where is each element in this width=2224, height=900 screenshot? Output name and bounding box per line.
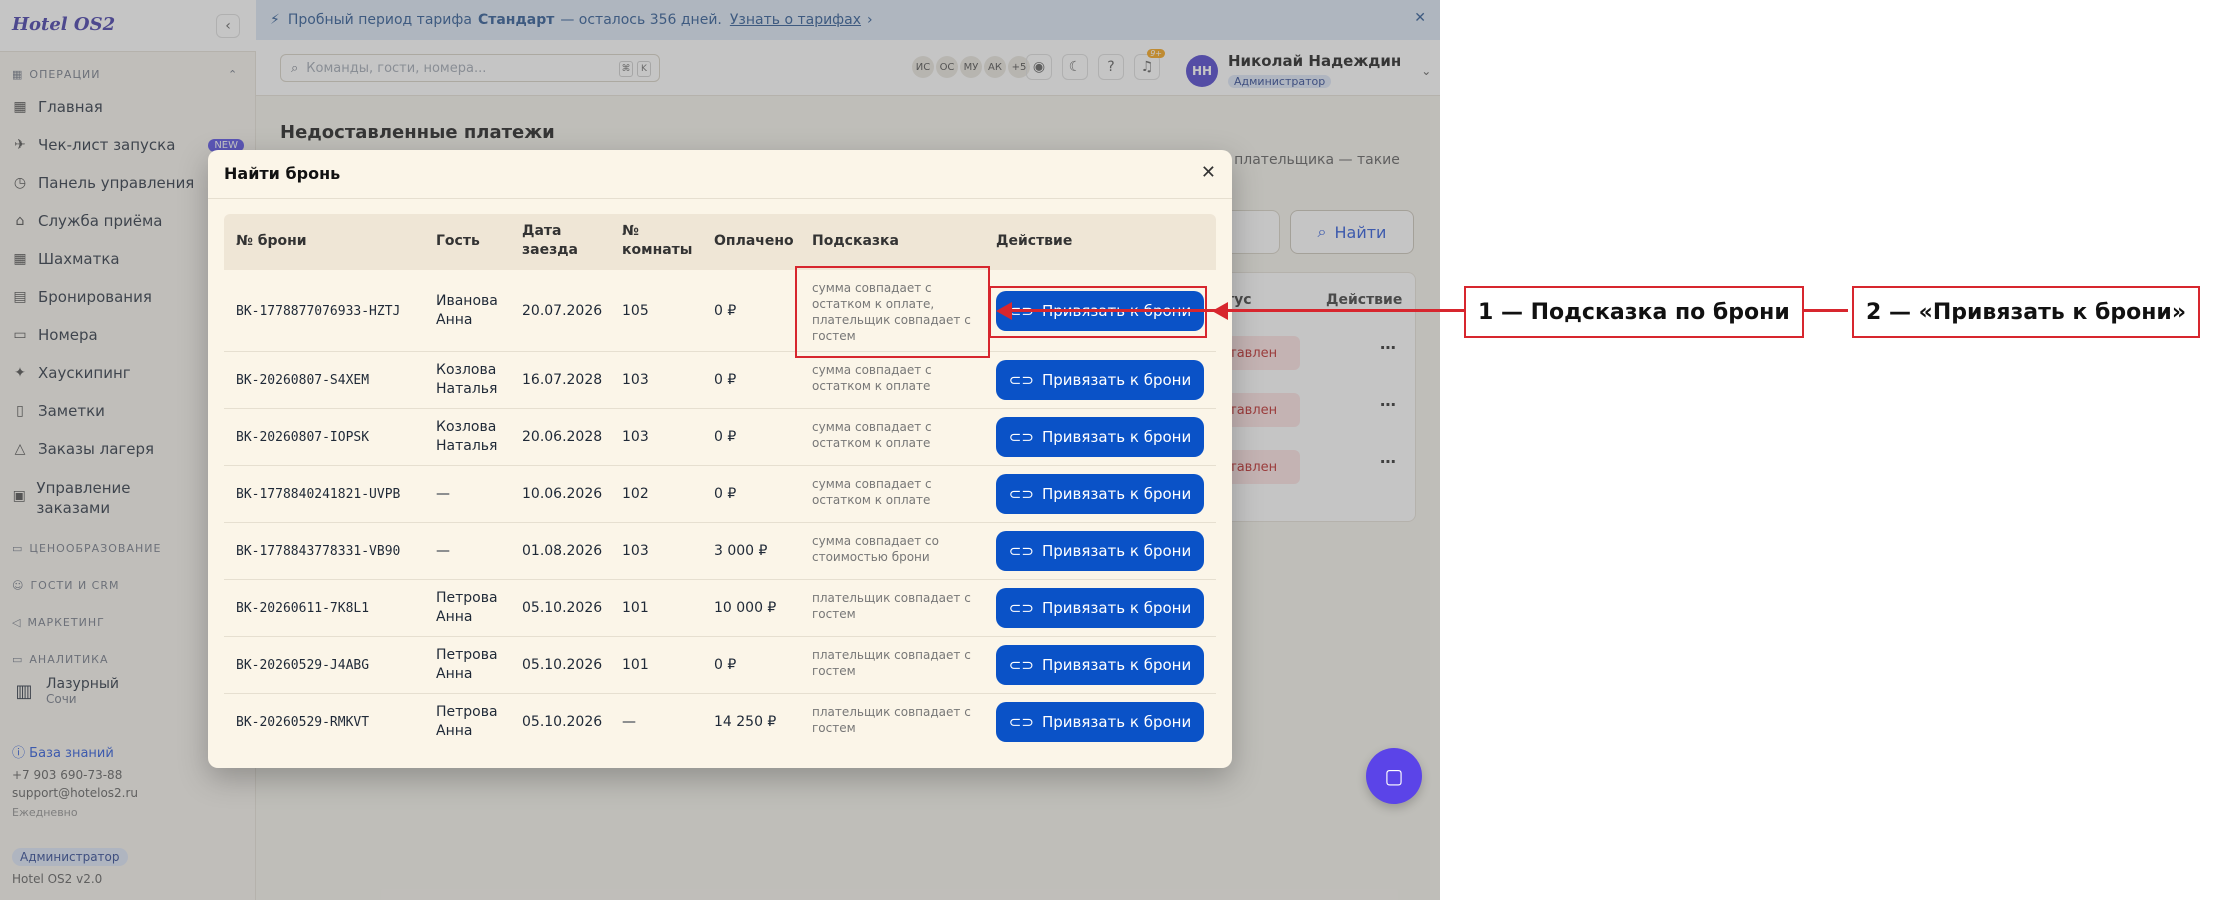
link-icon: ⊂⊃ xyxy=(1008,428,1034,446)
table-row: BK-20260611-7K8L1 Петрова Анна 05.10.202… xyxy=(224,580,1216,637)
booking-id: BK-20260611-7K8L1 xyxy=(236,601,370,616)
link-booking-button[interactable]: ⊂⊃ Привязать к брони xyxy=(996,474,1204,514)
booking-id: BK-20260807-S4XEM xyxy=(236,373,370,388)
paid-amount: 10 000 ₽ xyxy=(714,600,777,616)
link-booking-button[interactable]: ⊂⊃ Привязать к брони xyxy=(996,531,1204,571)
link-booking-button[interactable]: ⊂⊃ Привязать к брони xyxy=(996,702,1204,742)
checkin-date: 05.10.2026 xyxy=(522,714,603,730)
annotation-label-1: 1 — Подсказка по брони xyxy=(1464,286,1804,338)
checkin-date: 16.07.2028 xyxy=(522,372,603,388)
booking-id: BK-20260529-RMKVT xyxy=(236,715,370,730)
table-row: BK-20260529-RMKVT Петрова Анна 05.10.202… xyxy=(224,694,1216,751)
find-booking-modal: Найти бронь ✕ № брони Гость Дата заезда … xyxy=(208,150,1232,768)
link-icon: ⊂⊃ xyxy=(1008,656,1034,674)
guest-name: Козлова Наталья xyxy=(436,419,498,454)
guest-name: — xyxy=(436,486,450,502)
link-booking-button[interactable]: ⊂⊃ Привязать к брони xyxy=(996,645,1204,685)
column-header-hint: Подсказка xyxy=(812,233,899,249)
app-window: Hotel OS2 ‹ ▦ ОПЕРАЦИИ ⌃ ▦ Главная ✈ Чек… xyxy=(0,0,1440,900)
guest-name: Иванова Анна xyxy=(436,293,498,328)
paid-amount: 0 ₽ xyxy=(714,429,737,445)
modal-close-button[interactable]: ✕ xyxy=(1201,162,1216,183)
chat-button[interactable]: ▢ xyxy=(1366,748,1422,804)
paid-amount: 0 ₽ xyxy=(714,372,737,388)
booking-id: BK-1778877076933-HZTJ xyxy=(236,304,401,319)
modal-title: Найти бронь xyxy=(224,164,341,183)
annotation-label-2: 2 — «Привязать к брони» xyxy=(1852,286,2200,338)
room-number: 103 xyxy=(622,372,649,388)
link-icon: ⊂⊃ xyxy=(1008,713,1034,731)
checkin-date: 01.08.2026 xyxy=(522,543,603,559)
booking-hint: сумма совпадает с остатком к оплате xyxy=(812,420,932,450)
annotation-button-box xyxy=(989,286,1207,338)
room-number: 103 xyxy=(622,543,649,559)
link-booking-button[interactable]: ⊂⊃ Привязать к брони xyxy=(996,588,1204,628)
column-header-booking-id: № брони xyxy=(236,233,307,249)
table-row: BK-20260807-S4XEM Козлова Наталья 16.07.… xyxy=(224,352,1216,409)
divider xyxy=(208,198,1232,199)
checkin-date: 20.07.2026 xyxy=(522,303,603,319)
guest-name: Петрова Анна xyxy=(436,704,498,739)
booking-hint: плательщик совпадает с гостем xyxy=(812,705,971,735)
booking-id: BK-1778840241821-UVPB xyxy=(236,487,401,502)
column-header-room: № комнаты xyxy=(622,223,693,258)
column-header-paid: Оплачено xyxy=(714,233,794,249)
booking-id: BK-20260807-IOPSK xyxy=(236,430,370,445)
link-icon: ⊂⊃ xyxy=(1008,599,1034,617)
guest-name: Петрова Анна xyxy=(436,590,498,625)
link-booking-button[interactable]: ⊂⊃ Привязать к брони xyxy=(996,360,1204,400)
booking-hint: сумма совпадает с остатком к оплате xyxy=(812,363,932,393)
room-number: 102 xyxy=(622,486,649,502)
booking-hint: плательщик совпадает с гостем xyxy=(812,591,971,621)
checkin-date: 05.10.2026 xyxy=(522,600,603,616)
room-number: 101 xyxy=(622,657,649,673)
column-header-guest: Гость xyxy=(436,233,480,249)
checkin-date: 20.06.2028 xyxy=(522,429,603,445)
guest-name: Петрова Анна xyxy=(436,647,498,682)
table-row: BK-1778843778331-VB90 — 01.08.2026 103 3… xyxy=(224,523,1216,580)
annotation-hint-box xyxy=(795,266,990,358)
guest-name: Козлова Наталья xyxy=(436,362,498,397)
booking-hint: сумма совпадает с остатком к оплате xyxy=(812,477,932,507)
table-header: № брони Гость Дата заезда № комнаты Опла… xyxy=(224,214,1216,270)
link-booking-button[interactable]: ⊂⊃ Привязать к брони xyxy=(996,417,1204,457)
table-row: BK-1778840241821-UVPB — 10.06.2026 102 0… xyxy=(224,466,1216,523)
paid-amount: 0 ₽ xyxy=(714,303,737,319)
annotation-arrow-head xyxy=(996,302,1012,320)
booking-hint: плательщик совпадает с гостем xyxy=(812,648,971,678)
column-header-action: Действие xyxy=(996,233,1073,249)
checkin-date: 10.06.2026 xyxy=(522,486,603,502)
booking-hint: сумма совпадает со стоимостью брони xyxy=(812,534,939,564)
room-number: 103 xyxy=(622,429,649,445)
room-number: 105 xyxy=(622,303,649,319)
booking-id: BK-1778843778331-VB90 xyxy=(236,544,401,559)
paid-amount: 0 ₽ xyxy=(714,657,737,673)
paid-amount: 3 000 ₽ xyxy=(714,543,768,559)
paid-amount: 14 250 ₽ xyxy=(714,714,777,730)
table-row: BK-20260807-IOPSK Козлова Наталья 20.06.… xyxy=(224,409,1216,466)
chat-icon: ▢ xyxy=(1384,764,1404,788)
link-icon: ⊂⊃ xyxy=(1008,371,1034,389)
table-row: BK-20260529-J4ABG Петрова Анна 05.10.202… xyxy=(224,637,1216,694)
link-icon: ⊂⊃ xyxy=(1008,542,1034,560)
column-header-checkin: Дата заезда xyxy=(522,223,578,258)
room-number: — xyxy=(622,714,636,730)
guest-name: — xyxy=(436,543,450,559)
annotation-arrow-head xyxy=(1212,302,1228,320)
checkin-date: 05.10.2026 xyxy=(522,657,603,673)
link-icon: ⊂⊃ xyxy=(1008,485,1034,503)
room-number: 101 xyxy=(622,600,649,616)
paid-amount: 0 ₽ xyxy=(714,486,737,502)
booking-id: BK-20260529-J4ABG xyxy=(236,658,370,673)
